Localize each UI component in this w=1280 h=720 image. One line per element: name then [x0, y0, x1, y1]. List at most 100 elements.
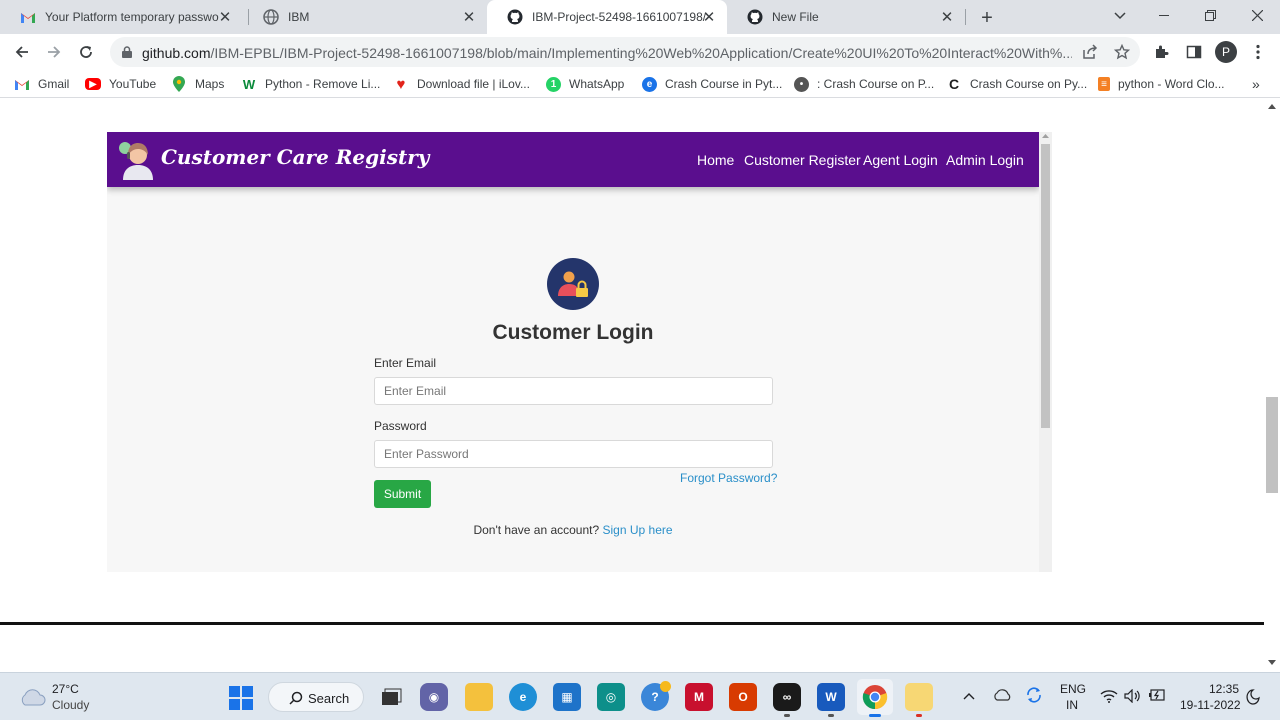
folder-app-icon[interactable] — [905, 683, 933, 711]
bookmark-whatsapp[interactable]: 1 WhatsApp — [546, 75, 624, 93]
notification-badge — [660, 681, 671, 692]
signup-link[interactable]: Sign Up here — [603, 523, 673, 537]
weather-desc[interactable]: Cloudy — [52, 698, 89, 712]
forgot-password-link[interactable]: Forgot Password? — [680, 471, 777, 485]
wifi-icon[interactable] — [1100, 689, 1118, 703]
bookmark-word-cloud[interactable]: ≡ python - Word Clo... — [1098, 75, 1225, 93]
new-tab-button[interactable]: + — [976, 7, 998, 29]
scroll-up-icon[interactable] — [1042, 134, 1049, 138]
scroll-down-icon[interactable] — [1268, 660, 1276, 665]
reload-icon — [80, 46, 92, 58]
clock-date[interactable]: 19-11-2022 — [1180, 698, 1241, 712]
page-scrollbar-thumb[interactable] — [1266, 397, 1278, 493]
battery-icon[interactable] — [1148, 689, 1166, 701]
tab-new-file[interactable]: New File ✕ — [727, 0, 965, 34]
nav-home[interactable]: Home — [697, 152, 734, 168]
reload-button[interactable] — [72, 38, 100, 66]
extensions-button[interactable] — [1148, 38, 1176, 66]
nav-customer-register[interactable]: Customer Register — [744, 152, 861, 168]
close-icon[interactable]: ✕ — [217, 9, 233, 26]
bookmark-star-icon[interactable] — [1114, 44, 1130, 60]
task-view-icon[interactable] — [377, 683, 405, 711]
tab-strip: Your Platform temporary passwo ✕ IBM ✕ I… — [0, 0, 1280, 34]
address-bar[interactable]: github.com/IBM-EPBL/IBM-Project-52498-16… — [110, 37, 1140, 67]
word-icon[interactable]: W — [817, 683, 845, 711]
forward-button[interactable] — [40, 38, 68, 66]
page-scrollbar[interactable] — [1264, 98, 1280, 672]
active-indicator — [869, 714, 881, 717]
page-divider — [0, 622, 1264, 625]
password-input[interactable] — [374, 440, 773, 468]
frame-scrollbar-thumb[interactable] — [1041, 144, 1050, 428]
weather-temp[interactable]: 27°C — [52, 682, 79, 696]
side-panel-button[interactable] — [1180, 38, 1208, 66]
chevron-up-icon[interactable] — [963, 692, 975, 700]
close-icon[interactable]: ✕ — [701, 9, 717, 26]
windows-taskbar: 27°C Cloudy Search ◉ e ▦ ◎ ? M O ∞ W ENG… — [0, 672, 1280, 720]
language-bottom[interactable]: IN — [1066, 698, 1078, 712]
onedrive-icon[interactable] — [993, 689, 1011, 701]
office-icon[interactable]: O — [729, 683, 757, 711]
tab-active-github[interactable]: IBM-Project-52498-1661007198/ ✕ — [487, 0, 727, 34]
url-host: github.com — [142, 45, 211, 61]
microsoft-store-icon[interactable]: ▦ — [553, 683, 581, 711]
webex-icon[interactable]: ∞ — [773, 683, 801, 711]
arrow-right-icon — [48, 46, 61, 58]
tab-search-button[interactable] — [1110, 6, 1130, 26]
bookmark-label: Crash Course in Pyt... — [665, 77, 783, 91]
taskbar-search-box[interactable]: Search — [268, 682, 364, 712]
edge-browser-icon[interactable]: e — [509, 683, 537, 711]
bookmark-maps[interactable]: Maps — [171, 75, 224, 93]
file-explorer-icon[interactable] — [465, 683, 493, 711]
back-button[interactable] — [8, 38, 36, 66]
close-icon[interactable]: ✕ — [461, 9, 477, 26]
browser-toolbar: github.com/IBM-EPBL/IBM-Project-52498-16… — [0, 34, 1280, 71]
clock-time[interactable]: 12:35 — [1209, 682, 1239, 696]
tab-title: IBM-Project-52498-1661007198/ — [532, 10, 707, 24]
signup-prompt: Don't have an account? — [473, 523, 600, 537]
app-brand[interactable]: Customer Care Registry — [161, 145, 429, 169]
url-text: github.com/IBM-EPBL/IBM-Project-52498-16… — [142, 45, 1072, 61]
sync-icon[interactable] — [1025, 686, 1043, 704]
windows-start-icon[interactable] — [229, 686, 253, 710]
close-icon[interactable]: ✕ — [939, 9, 955, 26]
heart-icon: ♥ — [396, 75, 406, 93]
language-top[interactable]: ENG — [1060, 682, 1086, 696]
close-window-button[interactable] — [1234, 0, 1280, 30]
scroll-up-icon[interactable] — [1268, 104, 1276, 109]
maps-pin-icon — [171, 76, 187, 92]
bookmark-crash-course-3[interactable]: C Crash Course on Py... — [946, 75, 1087, 93]
nav-admin-login[interactable]: Admin Login — [946, 152, 1024, 168]
share-icon[interactable] — [1082, 44, 1098, 60]
course-icon: e — [642, 76, 657, 92]
browser-menu-button[interactable] — [1244, 38, 1272, 66]
app-icon[interactable]: ◎ — [597, 683, 625, 711]
submit-button[interactable]: Submit — [374, 480, 431, 508]
cloud-icon — [21, 689, 46, 706]
bookmark-label: YouTube — [109, 77, 157, 91]
notification-bell-icon[interactable] — [1246, 689, 1260, 705]
password-label: Password — [374, 419, 427, 433]
bookmark-label: Maps — [195, 77, 225, 91]
chrome-icon[interactable] — [862, 684, 888, 710]
bookmark-ilovepdf[interactable]: ♥ Download file | iLov... — [393, 75, 530, 93]
tab-gmail[interactable]: Your Platform temporary passwo ✕ — [0, 0, 243, 34]
bookmarks-overflow-button[interactable]: » — [1252, 75, 1260, 93]
whatsapp-icon: 1 — [546, 76, 561, 92]
tab-ibm[interactable]: IBM ✕ — [243, 0, 487, 34]
coursera-icon: C — [948, 76, 960, 92]
profile-avatar[interactable]: P — [1215, 41, 1237, 63]
bookmark-youtube[interactable]: ▶ YouTube — [85, 75, 156, 93]
volume-icon[interactable] — [1124, 689, 1140, 703]
bookmark-crash-course-2[interactable]: • : Crash Course on P... — [794, 75, 934, 93]
bookmark-crash-course-1[interactable]: e Crash Course in Pyt... — [642, 75, 782, 93]
bookmark-python-remove[interactable]: W Python - Remove Li... — [241, 75, 381, 93]
minimize-button[interactable] — [1141, 0, 1187, 30]
bookmark-gmail[interactable]: Gmail — [14, 75, 69, 93]
mcafee-icon[interactable]: M — [685, 683, 713, 711]
email-input[interactable] — [374, 377, 773, 405]
side-panel-icon — [1186, 45, 1202, 59]
restore-button[interactable] — [1187, 0, 1233, 30]
nav-agent-login[interactable]: Agent Login — [863, 152, 938, 168]
teams-chat-icon[interactable]: ◉ — [420, 683, 448, 711]
